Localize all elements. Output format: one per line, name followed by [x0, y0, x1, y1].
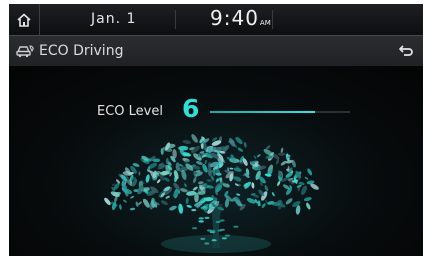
tree-leaf: [130, 195, 134, 199]
tree-leaf: [307, 168, 313, 176]
tree-leaf: [251, 182, 255, 189]
status-divider: [272, 10, 273, 29]
tree-leaf: [221, 237, 227, 240]
tree-leaf: [195, 161, 203, 165]
tree-leaf: [186, 204, 192, 208]
tree-leaf: [253, 155, 257, 159]
tree-leaf: [277, 152, 286, 156]
date-display: Jan. 1: [91, 11, 137, 27]
tree-leaf: [204, 216, 210, 219]
tree-leaf: [233, 225, 239, 228]
tree-leaf: [178, 145, 189, 151]
car-eco-icon: [16, 45, 34, 58]
tree-leaf: [243, 141, 247, 148]
tree-leaf: [119, 204, 122, 210]
tree-leaf: [104, 197, 111, 206]
tree-leaf: [210, 229, 216, 233]
tree-leaf: [298, 181, 305, 186]
tree-leaf: [271, 192, 275, 197]
tree-leaf: [192, 186, 198, 191]
tree-leaf: [204, 242, 210, 245]
tree-leaf: [280, 160, 287, 166]
eco-tree-illustration: [104, 134, 319, 253]
tree-leaf: [225, 234, 230, 237]
tree-leaf: [266, 145, 271, 150]
tree-leaf: [236, 193, 241, 196]
eco-driving-screen: Jan. 1 9:40AM ECO Driving ECO Level 6: [9, 4, 423, 256]
tree-leaf: [160, 200, 168, 205]
home-button[interactable]: [9, 4, 40, 35]
tree-leaf: [156, 179, 161, 184]
tree-leaf: [191, 134, 198, 143]
tree-leaf: [246, 198, 256, 204]
tree-leaf: [204, 159, 207, 165]
tree-leaf: [276, 159, 279, 165]
eco-content: ECO Level 6: [9, 66, 423, 256]
tree-leaf: [199, 220, 204, 223]
tree-leaf: [229, 167, 234, 170]
clock-ampm: AM: [259, 19, 271, 27]
tree-leaf: [182, 139, 192, 145]
tree-leaf: [306, 202, 311, 210]
tree-leaf: [280, 147, 284, 153]
title-bar: ECO Driving: [9, 35, 423, 67]
tree-leaf: [201, 143, 204, 150]
clock-time: 9:40: [210, 6, 259, 30]
tree-leaf: [193, 177, 197, 184]
tree-leaf: [217, 229, 223, 232]
page-title: ECO Driving: [39, 43, 124, 59]
tree-leaf: [256, 154, 261, 158]
tree-leaf: [235, 136, 243, 145]
tree-leaf: [123, 199, 127, 203]
tree-leaf: [200, 237, 206, 240]
tree-leaf: [219, 219, 225, 222]
tree-leaf: [237, 147, 244, 152]
tree-leaf: [304, 176, 309, 180]
status-divider: [175, 10, 176, 29]
tree-leaf: [185, 197, 189, 204]
tree-leaf: [138, 171, 141, 176]
tree-leaf: [184, 183, 187, 188]
tree-leaf: [206, 179, 212, 182]
home-icon: [17, 13, 31, 27]
tree-leaf: [178, 203, 184, 214]
tree-leaf: [261, 203, 266, 208]
tree-leaf: [191, 208, 197, 212]
tree-leaf: [264, 185, 269, 192]
tree-leaf: [145, 174, 150, 183]
tree-leaf: [169, 205, 177, 211]
tree-leaf: [303, 197, 312, 202]
back-arrow-icon: [399, 45, 413, 56]
clock-display: 9:40AM: [210, 6, 271, 30]
back-button[interactable]: [389, 36, 423, 66]
tree-leaf: [211, 239, 217, 242]
tree-leaf: [165, 195, 170, 199]
tree-leaf: [192, 227, 198, 230]
tree-leaf: [130, 207, 136, 211]
status-bar: Jan. 1 9:40AM: [9, 4, 423, 35]
tree-leaf: [215, 220, 221, 224]
tree-leaf: [152, 158, 161, 163]
tree-leaf: [285, 198, 293, 205]
tree-leaf: [121, 180, 125, 189]
tree-leaf: [173, 170, 179, 180]
tree-leaf: [198, 217, 204, 220]
